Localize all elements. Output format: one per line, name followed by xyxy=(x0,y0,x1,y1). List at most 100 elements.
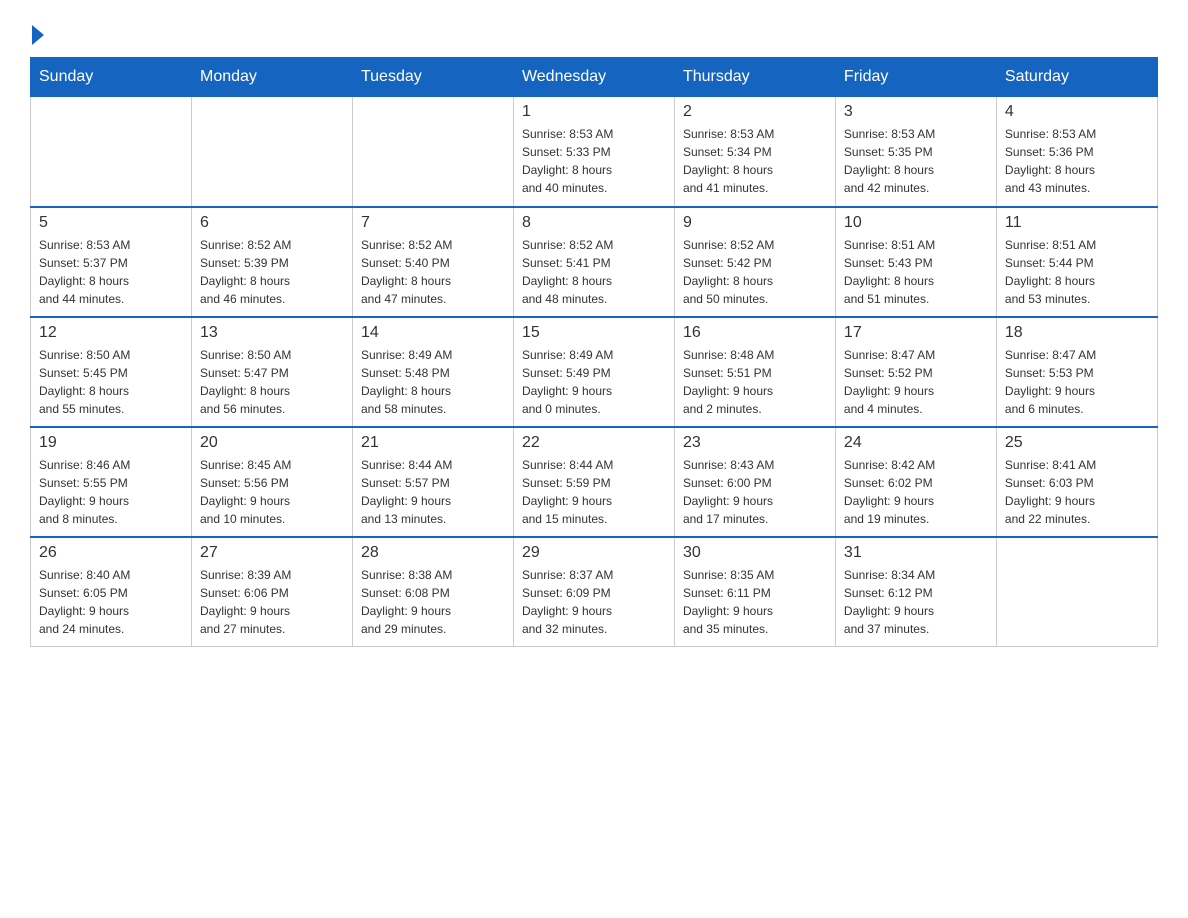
day-number: 23 xyxy=(683,434,827,452)
calendar-cell: 26Sunrise: 8:40 AMSunset: 6:05 PMDayligh… xyxy=(31,537,192,647)
calendar-cell: 13 Sunrise: 8:50 AMSunset: 5:47 PMDayligh… xyxy=(191,317,352,427)
calendar-cell: 3 Sunrise: 8:53 AMSunset: 5:35 PMDaylight… xyxy=(835,97,996,207)
calendar-cell xyxy=(996,537,1157,647)
day-info: Sunrise: 8:53 AMSunset: 5:34 PMDaylight:… xyxy=(683,125,827,197)
day-info: Sunrise: 8:37 AMSunset: 6:09 PMDaylight:… xyxy=(522,566,666,638)
day-number: 10 xyxy=(844,214,988,232)
day-number: 30 xyxy=(683,544,827,562)
day-number: 31 xyxy=(844,544,988,562)
calendar-cell: 18 Sunrise: 8:47 AMSunset: 5:53 PMDayligh… xyxy=(996,317,1157,427)
day-of-week-header: Saturday xyxy=(996,58,1157,97)
day-number: 4 xyxy=(1005,103,1149,121)
calendar-cell: 22 Sunrise: 8:44 AMSunset: 5:59 PMDayligh… xyxy=(513,427,674,537)
day-info: Sunrise: 8:53 AMSunset: 5:35 PMDaylight:… xyxy=(844,125,988,197)
day-number: 16 xyxy=(683,324,827,342)
day-info: Sunrise: 8:42 AMSunset: 6:02 PMDaylight:… xyxy=(844,456,988,528)
day-info: Sunrise: 8:34 AMSunset: 6:12 PMDaylight:… xyxy=(844,566,988,638)
day-info: Sunrise: 8:41 AMSunset: 6:03 PMDaylight:… xyxy=(1005,456,1149,528)
day-number: 1 xyxy=(522,103,666,121)
day-of-week-header: Friday xyxy=(835,58,996,97)
day-number: 8 xyxy=(522,214,666,232)
day-number: 22 xyxy=(522,434,666,452)
day-info: Sunrise: 8:51 AMSunset: 5:44 PMDaylight:… xyxy=(1005,236,1149,308)
day-info: Sunrise: 8:47 AMSunset: 5:52 PMDaylight:… xyxy=(844,346,988,418)
day-of-week-header: Tuesday xyxy=(352,58,513,97)
day-info: Sunrise: 8:49 AMSunset: 5:49 PMDaylight:… xyxy=(522,346,666,418)
calendar-cell: 11 Sunrise: 8:51 AMSunset: 5:44 PMDayligh… xyxy=(996,207,1157,317)
calendar-cell: 28 Sunrise: 8:38 AMSunset: 6:08 PMDayligh… xyxy=(352,537,513,647)
day-info: Sunrise: 8:39 AMSunset: 6:06 PMDaylight:… xyxy=(200,566,344,638)
calendar-cell: 10 Sunrise: 8:51 AMSunset: 5:43 PMDayligh… xyxy=(835,207,996,317)
calendar-cell xyxy=(191,97,352,207)
day-info: Sunrise: 8:44 AMSunset: 5:59 PMDaylight:… xyxy=(522,456,666,528)
calendar-header: SundayMondayTuesdayWednesdayThursdayFrid… xyxy=(31,58,1158,97)
calendar-cell: 8 Sunrise: 8:52 AMSunset: 5:41 PMDaylight… xyxy=(513,207,674,317)
day-number: 18 xyxy=(1005,324,1149,342)
day-info: Sunrise: 8:52 AMSunset: 5:41 PMDaylight:… xyxy=(522,236,666,308)
day-number: 6 xyxy=(200,214,344,232)
calendar-cell: 23 Sunrise: 8:43 AMSunset: 6:00 PMDayligh… xyxy=(674,427,835,537)
day-info: Sunrise: 8:43 AMSunset: 6:00 PMDaylight:… xyxy=(683,456,827,528)
day-info: Sunrise: 8:35 AMSunset: 6:11 PMDaylight:… xyxy=(683,566,827,638)
day-number: 29 xyxy=(522,544,666,562)
day-info: Sunrise: 8:47 AMSunset: 5:53 PMDaylight:… xyxy=(1005,346,1149,418)
calendar-cell: 20 Sunrise: 8:45 AMSunset: 5:56 PMDayligh… xyxy=(191,427,352,537)
day-info: Sunrise: 8:53 AMSunset: 5:37 PMDaylight:… xyxy=(39,236,183,308)
day-number: 24 xyxy=(844,434,988,452)
day-info: Sunrise: 8:52 AMSunset: 5:42 PMDaylight:… xyxy=(683,236,827,308)
day-info: Sunrise: 8:50 AMSunset: 5:45 PMDaylight:… xyxy=(39,346,183,418)
calendar-table: SundayMondayTuesdayWednesdayThursdayFrid… xyxy=(30,57,1158,647)
day-info: Sunrise: 8:45 AMSunset: 5:56 PMDaylight:… xyxy=(200,456,344,528)
day-info: Sunrise: 8:40 AMSunset: 6:05 PMDaylight:… xyxy=(39,566,183,638)
calendar-cell: 5 Sunrise: 8:53 AMSunset: 5:37 PMDaylight… xyxy=(31,207,192,317)
calendar-week-row: 1 Sunrise: 8:53 AMSunset: 5:33 PMDaylight… xyxy=(31,97,1158,207)
day-number: 3 xyxy=(844,103,988,121)
day-info: Sunrise: 8:38 AMSunset: 6:08 PMDaylight:… xyxy=(361,566,505,638)
day-number: 13 xyxy=(200,324,344,342)
calendar-cell: 14Sunrise: 8:49 AMSunset: 5:48 PMDayligh… xyxy=(352,317,513,427)
calendar-cell: 24 Sunrise: 8:42 AMSunset: 6:02 PMDayligh… xyxy=(835,427,996,537)
day-number: 5 xyxy=(39,214,183,232)
day-number: 11 xyxy=(1005,214,1149,232)
page-header xyxy=(30,20,1158,47)
day-number: 27 xyxy=(200,544,344,562)
calendar-cell: 4 Sunrise: 8:53 AMSunset: 5:36 PMDaylight… xyxy=(996,97,1157,207)
logo-triangle-icon xyxy=(32,25,44,45)
day-number: 21 xyxy=(361,434,505,452)
calendar-cell xyxy=(31,97,192,207)
calendar-cell: 7 Sunrise: 8:52 AMSunset: 5:40 PMDaylight… xyxy=(352,207,513,317)
calendar-cell: 9 Sunrise: 8:52 AMSunset: 5:42 PMDaylight… xyxy=(674,207,835,317)
day-number: 25 xyxy=(1005,434,1149,452)
logo-blue-part xyxy=(30,25,44,47)
calendar-cell: 1 Sunrise: 8:53 AMSunset: 5:33 PMDaylight… xyxy=(513,97,674,207)
day-number: 12 xyxy=(39,324,183,342)
day-number: 9 xyxy=(683,214,827,232)
calendar-cell: 31 Sunrise: 8:34 AMSunset: 6:12 PMDayligh… xyxy=(835,537,996,647)
day-info: Sunrise: 8:53 AMSunset: 5:36 PMDaylight:… xyxy=(1005,125,1149,197)
day-of-week-header: Sunday xyxy=(31,58,192,97)
logo xyxy=(30,20,44,47)
day-of-week-header: Monday xyxy=(191,58,352,97)
day-number: 20 xyxy=(200,434,344,452)
day-of-week-header: Thursday xyxy=(674,58,835,97)
day-number: 14 xyxy=(361,324,505,342)
day-info: Sunrise: 8:52 AMSunset: 5:39 PMDaylight:… xyxy=(200,236,344,308)
day-number: 7 xyxy=(361,214,505,232)
day-info: Sunrise: 8:48 AMSunset: 5:51 PMDaylight:… xyxy=(683,346,827,418)
day-number: 19 xyxy=(39,434,183,452)
calendar-cell: 27 Sunrise: 8:39 AMSunset: 6:06 PMDayligh… xyxy=(191,537,352,647)
calendar-cell: 30 Sunrise: 8:35 AMSunset: 6:11 PMDayligh… xyxy=(674,537,835,647)
day-info: Sunrise: 8:50 AMSunset: 5:47 PMDaylight:… xyxy=(200,346,344,418)
calendar-cell: 15Sunrise: 8:49 AMSunset: 5:49 PMDayligh… xyxy=(513,317,674,427)
day-info: Sunrise: 8:53 AMSunset: 5:33 PMDaylight:… xyxy=(522,125,666,197)
day-info: Sunrise: 8:51 AMSunset: 5:43 PMDaylight:… xyxy=(844,236,988,308)
day-info: Sunrise: 8:52 AMSunset: 5:40 PMDaylight:… xyxy=(361,236,505,308)
day-number: 28 xyxy=(361,544,505,562)
calendar-cell: 21 Sunrise: 8:44 AMSunset: 5:57 PMDayligh… xyxy=(352,427,513,537)
calendar-cell: 29 Sunrise: 8:37 AMSunset: 6:09 PMDayligh… xyxy=(513,537,674,647)
calendar-cell: 6 Sunrise: 8:52 AMSunset: 5:39 PMDaylight… xyxy=(191,207,352,317)
calendar-cell: 12 Sunrise: 8:50 AMSunset: 5:45 PMDayligh… xyxy=(31,317,192,427)
calendar-cell: 16 Sunrise: 8:48 AMSunset: 5:51 PMDayligh… xyxy=(674,317,835,427)
day-info: Sunrise: 8:44 AMSunset: 5:57 PMDaylight:… xyxy=(361,456,505,528)
day-info: Sunrise: 8:46 AMSunset: 5:55 PMDaylight:… xyxy=(39,456,183,528)
